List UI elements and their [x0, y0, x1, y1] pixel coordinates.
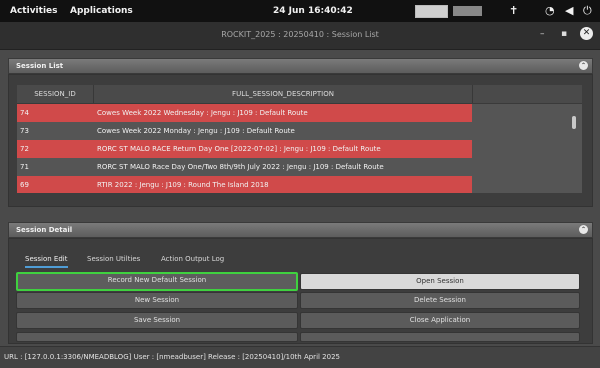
maximize-button[interactable]: ▪: [561, 29, 567, 39]
system-top-bar: Activities Applications 24 Jun 16:40:42 …: [0, 0, 600, 22]
table-row[interactable]: 72 RORC ST MALO RACE Return Day One [202…: [17, 140, 472, 159]
cell-session-id: 71: [20, 163, 29, 171]
tab-action-output-log[interactable]: Action Output Log: [161, 255, 224, 263]
window-titlebar: ROCKIT_2025 : 20250410 : Session List – …: [0, 22, 600, 50]
wifi-icon[interactable]: ◔: [545, 4, 555, 17]
input-indicator[interactable]: [415, 5, 448, 18]
record-new-default-session-button[interactable]: Record New Default Session: [16, 272, 298, 291]
column-session-id[interactable]: SESSION_ID: [17, 85, 94, 103]
cell-description: RTIR 2022 : Jengu : J109 : Round The Isl…: [97, 181, 269, 189]
partial-button-left[interactable]: [16, 332, 298, 342]
column-full-session-description[interactable]: FULL_SESSION_DESCRIPTION: [94, 85, 473, 103]
table-row[interactable]: 74 Cowes Week 2022 Wednesday : Jengu : J…: [17, 104, 472, 123]
accessibility-icon[interactable]: ✝: [509, 4, 518, 17]
close-window-button[interactable]: ✕: [580, 27, 593, 40]
table-row[interactable]: 73 Cowes Week 2022 Monday : Jengu : J109…: [17, 122, 472, 141]
session-detail-header: Session Detail ⌃: [8, 222, 593, 238]
connection-status-text: URL : [127.0.0.1:3306/NMEADBLOG] User : …: [4, 353, 340, 361]
save-session-button[interactable]: Save Session: [16, 312, 298, 329]
session-list-title: Session List: [16, 62, 64, 70]
status-bar: URL : [127.0.0.1:3306/NMEADBLOG] User : …: [0, 346, 600, 368]
delete-session-button[interactable]: Delete Session: [300, 292, 580, 309]
cell-description: Cowes Week 2022 Monday : Jengu : J109 : …: [97, 127, 295, 135]
cell-session-id: 69: [20, 181, 29, 189]
session-table: SESSION_ID FULL_SESSION_DESCRIPTION 74 C…: [17, 85, 582, 193]
tab-session-edit[interactable]: Session Edit: [25, 255, 68, 268]
clock[interactable]: 24 Jun 16:40:42: [273, 6, 353, 16]
session-detail-title: Session Detail: [16, 226, 73, 234]
cell-session-id: 72: [20, 145, 29, 153]
table-header: SESSION_ID FULL_SESSION_DESCRIPTION: [17, 85, 582, 104]
collapse-session-detail-icon[interactable]: ⌃: [579, 225, 588, 234]
status-indicator[interactable]: [453, 6, 482, 16]
window-title: ROCKIT_2025 : 20250410 : Session List: [221, 30, 379, 39]
partial-button-right[interactable]: [300, 332, 580, 342]
minimize-button[interactable]: –: [540, 29, 545, 39]
cell-description: Cowes Week 2022 Wednesday : Jengu : J109…: [97, 109, 308, 117]
table-row[interactable]: 69 RTIR 2022 : Jengu : J109 : Round The …: [17, 176, 472, 193]
collapse-session-list-icon[interactable]: ⌃: [579, 61, 588, 70]
session-list-header: Session List ⌃: [8, 58, 593, 74]
volume-icon[interactable]: ◀: [565, 4, 573, 17]
cell-description: RORC ST MALO Race Day One/Two 8th/9th Ju…: [97, 163, 384, 171]
table-scrollbar[interactable]: [572, 116, 576, 129]
new-session-button[interactable]: New Session: [16, 292, 298, 309]
table-row[interactable]: 71 RORC ST MALO Race Day One/Two 8th/9th…: [17, 158, 472, 177]
cell-session-id: 74: [20, 109, 29, 117]
cell-session-id: 73: [20, 127, 29, 135]
open-session-button[interactable]: Open Session: [300, 273, 580, 290]
power-icon[interactable]: ⏻: [583, 4, 592, 18]
cell-description: RORC ST MALO RACE Return Day One [2022-0…: [97, 145, 381, 153]
tab-session-utilities[interactable]: Session Utilties: [87, 255, 140, 263]
close-application-button[interactable]: Close Application: [300, 312, 580, 329]
applications-menu[interactable]: Applications: [70, 6, 133, 16]
activities-button[interactable]: Activities: [10, 6, 58, 16]
